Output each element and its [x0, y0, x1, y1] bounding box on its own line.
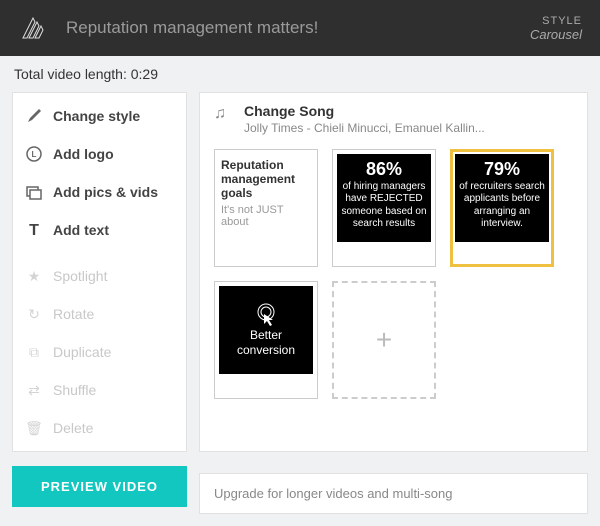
- add-text-button[interactable]: T Add text: [13, 211, 186, 249]
- change-song[interactable]: ♫ Change Song Jolly Times - Chieli Minuc…: [214, 103, 573, 135]
- add-slide-button[interactable]: +: [332, 281, 436, 399]
- slide-1[interactable]: Reputation management goals It's not JUS…: [214, 149, 318, 267]
- svg-text:T: T: [29, 222, 39, 239]
- slide-3[interactable]: 79% of recruiters search applicants befo…: [450, 149, 554, 267]
- brush-icon: [25, 107, 43, 125]
- sidebar: Change style L Add logo Add pics & vids …: [12, 92, 187, 452]
- delete-button: 🗑Delete: [13, 409, 186, 447]
- rotate-icon: ↻: [25, 305, 43, 323]
- text-icon: T: [25, 221, 43, 239]
- change-style-button[interactable]: Change style: [13, 97, 186, 135]
- preview-video-button[interactable]: PREVIEW VIDEO: [12, 466, 187, 507]
- duplicate-button: ⧉Duplicate: [13, 333, 186, 371]
- app-logo-icon: [18, 13, 48, 43]
- upgrade-banner[interactable]: Upgrade for longer videos and multi-song: [199, 473, 588, 514]
- header: Reputation management matters! STYLE Car…: [0, 0, 600, 56]
- shuffle-icon: ⇄: [25, 381, 43, 399]
- star-icon: ★: [25, 267, 43, 285]
- rotate-button: ↻Rotate: [13, 295, 186, 333]
- plus-icon: +: [376, 324, 392, 356]
- page-title: Reputation management matters!: [66, 18, 530, 38]
- video-length: Total video length: 0:29: [0, 56, 600, 92]
- add-pics-button[interactable]: Add pics & vids: [13, 173, 186, 211]
- svg-text:L: L: [32, 150, 37, 159]
- pointer-icon: [253, 302, 279, 328]
- add-logo-button[interactable]: L Add logo: [13, 135, 186, 173]
- logo-icon: L: [25, 145, 43, 163]
- spotlight-button: ★Spotlight: [13, 257, 186, 295]
- slides-grid: Reputation management goals It's not JUS…: [214, 149, 573, 399]
- style-value: Carousel: [530, 27, 582, 42]
- style-selector[interactable]: STYLE Carousel: [530, 15, 582, 42]
- trash-icon: 🗑: [25, 419, 43, 437]
- pics-icon: [25, 183, 43, 201]
- song-title: Change Song: [244, 103, 485, 119]
- slide-4[interactable]: Better conversion: [214, 281, 318, 399]
- slide-2[interactable]: 86% of hiring managers have REJECTED som…: [332, 149, 436, 267]
- shuffle-button: ⇄Shuffle: [13, 371, 186, 409]
- content-panel: ♫ Change Song Jolly Times - Chieli Minuc…: [199, 92, 588, 452]
- song-subtitle: Jolly Times - Chieli Minucci, Emanuel Ka…: [244, 121, 485, 135]
- duplicate-icon: ⧉: [25, 343, 43, 361]
- style-label: STYLE: [530, 15, 582, 27]
- music-icon: ♫: [214, 103, 234, 135]
